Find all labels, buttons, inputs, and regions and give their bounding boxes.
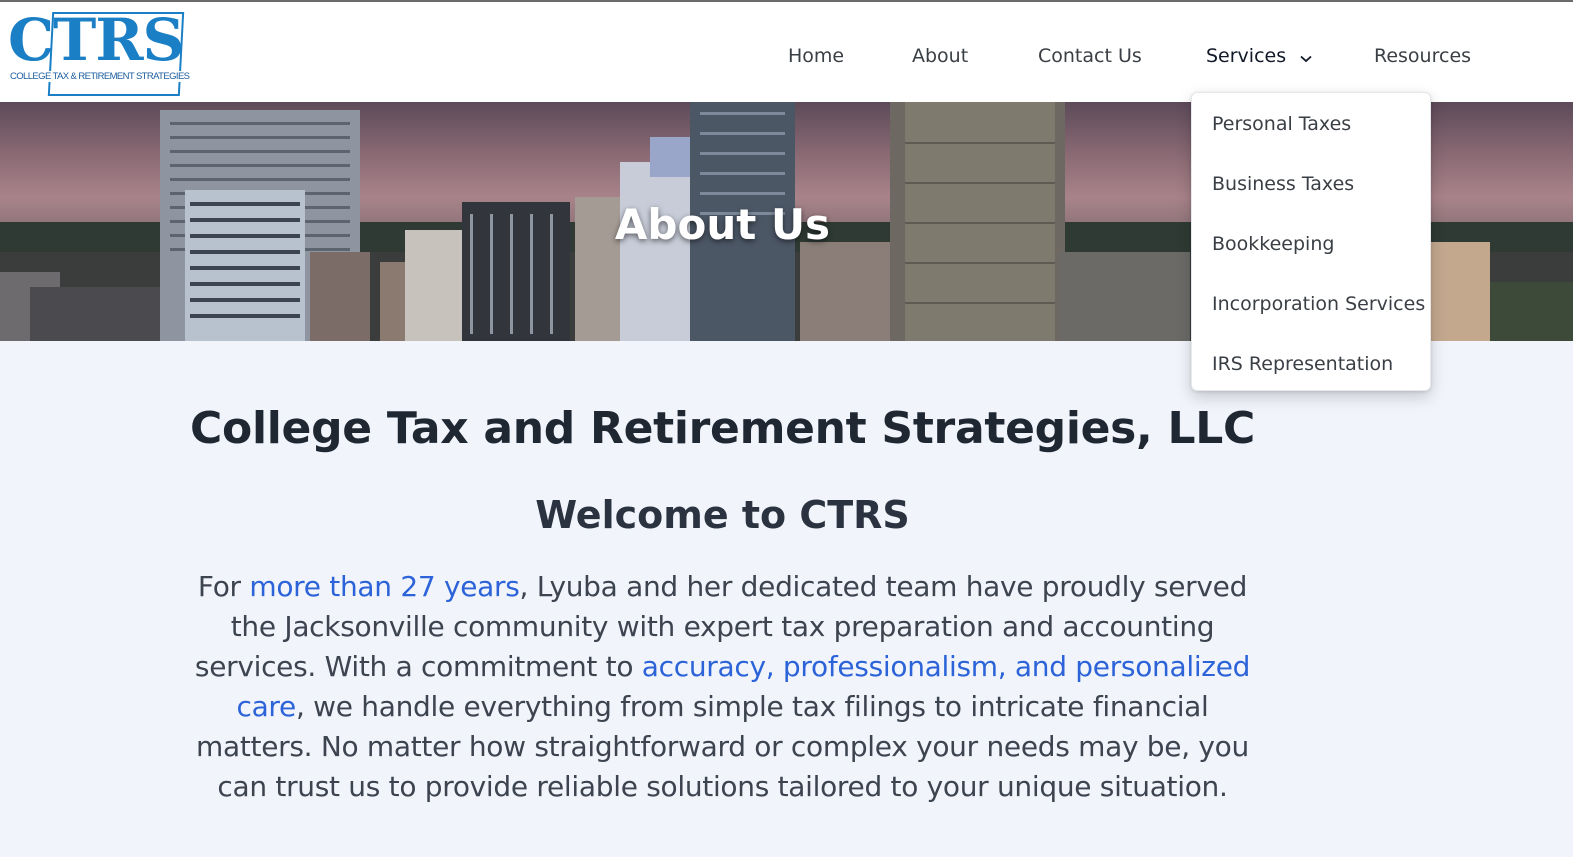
- menu-item-irs-representation[interactable]: IRS Representation: [1212, 353, 1393, 375]
- welcome-heading: Welcome to CTRS: [535, 493, 910, 537]
- intro-paragraph: For more than 27 years, Lyuba and her de…: [190, 567, 1255, 807]
- nav-services-label: Services: [1206, 45, 1287, 67]
- nav-contact-us[interactable]: Contact Us: [1038, 45, 1142, 67]
- ctrs-logo[interactable]: CTRS COLLEGE TAX & RETIREMENT STRATEGIES: [8, 6, 192, 98]
- services-dropdown-menu: Personal Taxes Business Taxes Bookkeepin…: [1191, 92, 1431, 391]
- nav-services[interactable]: Services: [1206, 45, 1312, 68]
- nav-about[interactable]: About: [912, 45, 968, 67]
- navbar: CTRS COLLEGE TAX & RETIREMENT STRATEGIES…: [0, 2, 1573, 102]
- nav-home[interactable]: Home: [788, 45, 844, 67]
- highlight-years: more than 27 years: [249, 570, 520, 603]
- menu-item-bookkeeping[interactable]: Bookkeeping: [1212, 233, 1334, 255]
- chevron-down-icon: [1300, 46, 1312, 68]
- menu-item-incorporation-services[interactable]: Incorporation Services: [1212, 293, 1425, 315]
- intro-text-3: , we handle everything from simple tax f…: [196, 690, 1249, 803]
- menu-item-personal-taxes[interactable]: Personal Taxes: [1212, 113, 1351, 135]
- nav-resources[interactable]: Resources: [1374, 45, 1471, 67]
- menu-item-business-taxes[interactable]: Business Taxes: [1212, 173, 1354, 195]
- intro-text-1: For: [197, 570, 250, 603]
- logo-wordmark: CTRS: [8, 6, 184, 74]
- logo-tagline: COLLEGE TAX & RETIREMENT STRATEGIES: [10, 71, 192, 82]
- main-content: College Tax and Retirement Strategies, L…: [0, 341, 1573, 857]
- company-name-heading: College Tax and Retirement Strategies, L…: [190, 403, 1255, 454]
